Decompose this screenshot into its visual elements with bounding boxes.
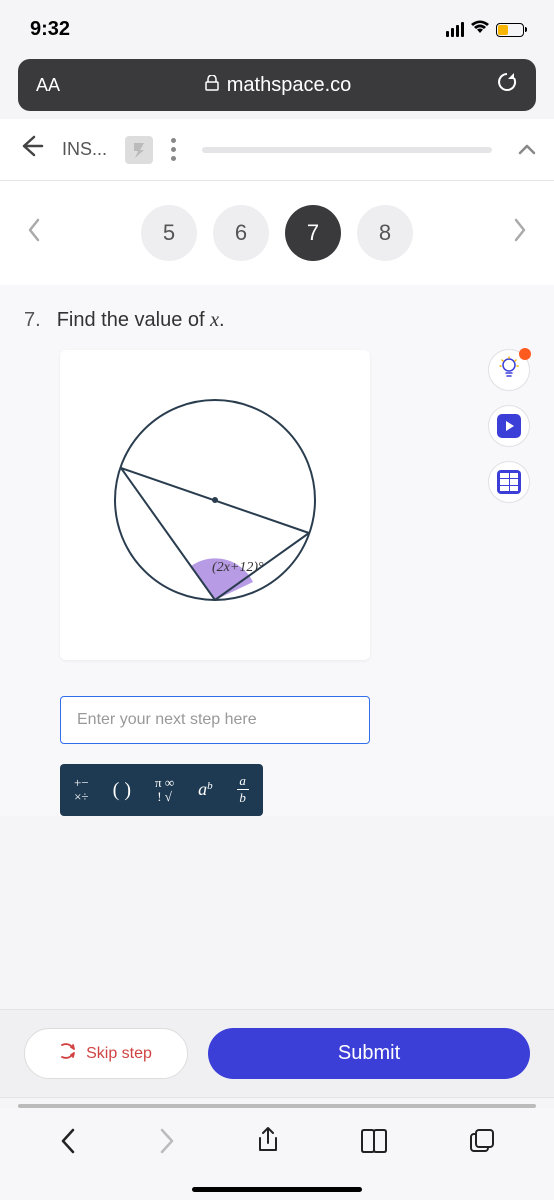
progress-bar (202, 147, 492, 153)
address-bar[interactable]: AA mathspace.co (18, 59, 536, 111)
streak-icon[interactable] (125, 136, 153, 164)
signal-icon (446, 22, 464, 37)
question-nav-7[interactable]: 7 (285, 205, 341, 261)
question-header: 7. Find the value of x. (24, 309, 476, 332)
status-time: 9:32 (30, 18, 70, 41)
skip-icon (60, 1043, 78, 1064)
question-number-list: 5 6 7 8 (141, 205, 413, 261)
lock-icon (205, 74, 219, 97)
video-button[interactable] (488, 405, 530, 447)
angle-label: (2x+12)° (212, 560, 264, 576)
toolbar-exponent[interactable]: ab (198, 780, 213, 800)
status-indicators (446, 19, 524, 40)
battery-icon (496, 23, 524, 37)
question-nav-8[interactable]: 8 (357, 205, 413, 261)
action-bar: Skip step Submit (0, 1009, 554, 1098)
side-buttons (488, 309, 530, 816)
question-nav-6[interactable]: 6 (213, 205, 269, 261)
bookmarks-button[interactable] (359, 1128, 389, 1161)
hint-badge (519, 348, 531, 360)
breadcrumb[interactable]: INS... (62, 139, 107, 160)
toolbar-operators[interactable]: +− ×÷ (74, 776, 89, 805)
circle-diagram (85, 375, 345, 635)
question-prompt: Find the value of x. (57, 309, 225, 332)
play-icon (497, 414, 521, 438)
prev-question-button[interactable] (18, 217, 50, 250)
tabs-button[interactable] (468, 1127, 496, 1162)
more-menu-icon[interactable] (171, 138, 176, 161)
browser-forward-button[interactable] (157, 1126, 177, 1163)
hint-button[interactable] (488, 349, 530, 391)
browser-back-button[interactable] (58, 1126, 78, 1163)
submit-button[interactable]: Submit (208, 1028, 530, 1079)
toolbar-constants[interactable]: π ∞ ! √ (155, 776, 174, 805)
worksheet-button[interactable] (488, 461, 530, 503)
table-icon (497, 470, 521, 494)
question-nav-5[interactable]: 5 (141, 205, 197, 261)
question-number-label: 7. (24, 309, 41, 332)
toolbar-fraction[interactable]: a b (237, 774, 249, 806)
question-nav: 5 6 7 8 (0, 181, 554, 285)
url-text: mathspace.co (227, 74, 352, 97)
next-question-button[interactable] (504, 217, 536, 250)
toolbar-parentheses[interactable]: ( ) (113, 779, 131, 801)
url-display[interactable]: mathspace.co (60, 74, 496, 97)
math-toolbar: +− ×÷ ( ) π ∞ ! √ ab a b (60, 764, 263, 816)
reload-icon[interactable] (496, 71, 518, 99)
text-size-button[interactable]: AA (36, 75, 60, 96)
home-indicator[interactable] (192, 1187, 362, 1192)
answer-input[interactable]: Enter your next step here (60, 696, 370, 744)
diagram-card: (2x+12)° (60, 350, 370, 660)
chevron-up-icon[interactable] (518, 138, 536, 161)
status-bar: 9:32 (0, 0, 554, 51)
main-content: 7. Find the value of x. (2x+12)° Enter y… (0, 285, 554, 816)
share-button[interactable] (256, 1126, 280, 1163)
bulb-icon (499, 356, 519, 384)
wifi-icon (470, 19, 490, 40)
back-button[interactable] (18, 133, 44, 166)
skip-step-button[interactable]: Skip step (24, 1028, 188, 1079)
app-nav-bar: INS... (0, 119, 554, 181)
